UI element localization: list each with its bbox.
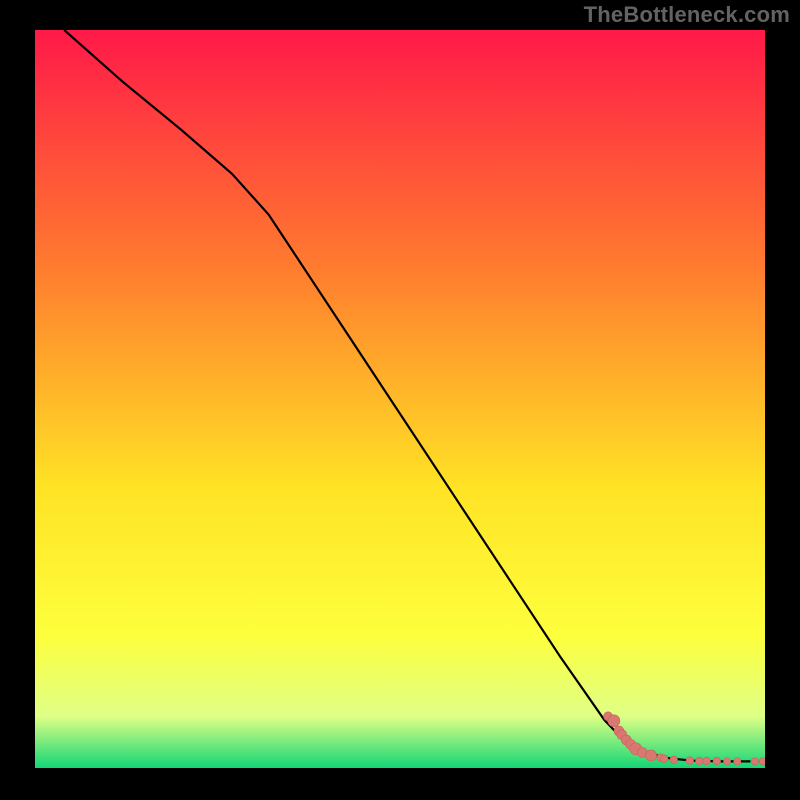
data-marker: [751, 758, 758, 765]
data-marker: [734, 758, 741, 765]
data-marker: [696, 757, 704, 765]
plot-area: [35, 30, 765, 768]
data-marker: [608, 715, 620, 727]
data-marker: [723, 758, 730, 765]
data-marker: [660, 755, 668, 763]
data-marker: [703, 757, 711, 765]
gradient-background: [35, 30, 765, 768]
watermark-label: TheBottleneck.com: [584, 2, 790, 28]
chart-frame: TheBottleneck.com: [0, 0, 800, 800]
data-marker: [713, 757, 721, 765]
data-marker: [686, 757, 694, 765]
data-marker: [759, 758, 765, 765]
data-marker: [646, 750, 657, 761]
plot-svg: [35, 30, 765, 768]
data-marker: [670, 756, 678, 764]
